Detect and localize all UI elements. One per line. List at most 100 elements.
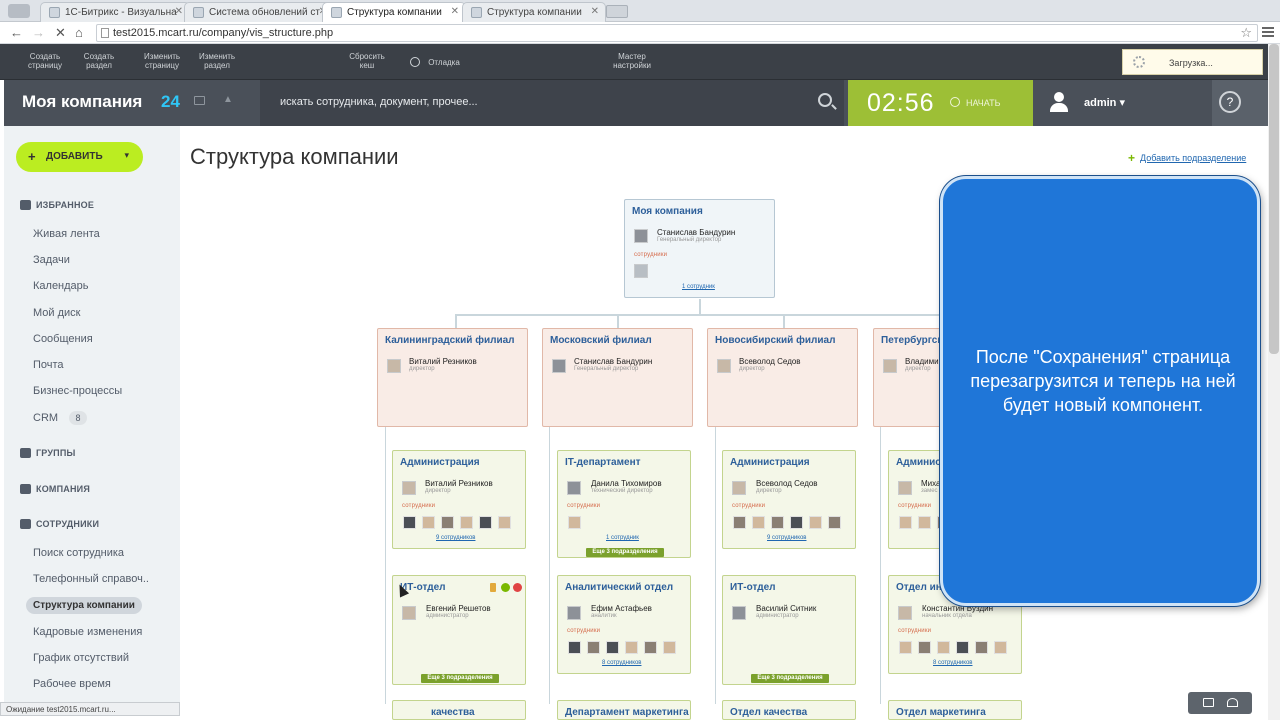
chat-icon[interactable] (194, 96, 205, 105)
scrollbar-thumb[interactable] (1269, 44, 1279, 354)
forward-icon[interactable]: → (32, 25, 45, 40)
chat-icon[interactable] (1203, 698, 1214, 707)
sidebar-item-phone-book[interactable]: Телефонный справоч.. (33, 573, 149, 585)
timer-start-button[interactable]: НАЧАТЬ (966, 98, 1001, 108)
employee-photo[interactable] (403, 516, 416, 529)
sidebar-section-employees[interactable]: СОТРУДНИКИ (20, 519, 99, 529)
debug-button[interactable]: Отладка (424, 58, 464, 67)
help-icon[interactable]: ? (1219, 91, 1241, 113)
sidebar-section-favorites[interactable]: ИЗБРАННОЕ (20, 200, 94, 210)
sidebar-item-mail[interactable]: Почта (33, 359, 64, 371)
sidebar-item-business-processes[interactable]: Бизнес-процессы (33, 385, 122, 397)
org-card-branch[interactable]: Новосибирский филиал Всеволод Седов дире… (707, 328, 858, 427)
employee-photo[interactable] (663, 641, 676, 654)
create-page-button[interactable]: Создать страницу (22, 52, 68, 70)
browser-menu-icon[interactable] (8, 4, 30, 18)
sidebar-item-crm[interactable]: CRM (33, 412, 58, 424)
edit-page-button[interactable]: Изменить страницу (136, 52, 188, 70)
more-subdivisions-badge[interactable]: Еще 3 подразделения (751, 674, 829, 683)
employee-photo[interactable] (644, 641, 657, 654)
org-card-department[interactable]: Департамент маркетинга (557, 700, 691, 720)
employee-photo[interactable] (752, 516, 765, 529)
org-card-department[interactable]: Администрация Виталий Резников директор … (392, 450, 526, 549)
employee-photo[interactable] (625, 641, 638, 654)
url-field[interactable]: test2015.mcart.ru/company/vis_structure.… (96, 24, 1258, 42)
browser-tab[interactable]: 1С-Битрикс - Визуальна ✕ (40, 2, 190, 22)
sidebar-section-groups[interactable]: ГРУППЫ (20, 448, 76, 458)
employee-photo[interactable] (790, 516, 803, 529)
search-bar[interactable]: искать сотрудника, документ, прочее... (260, 80, 844, 126)
employee-photo[interactable] (899, 641, 912, 654)
sidebar-item-tasks[interactable]: Задачи (33, 254, 70, 266)
clear-cache-button[interactable]: Сбросить кеш (344, 52, 390, 70)
add-button[interactable]: + ДОБАВИТЬ ▾ (16, 142, 143, 172)
play-icon[interactable] (950, 97, 960, 107)
employee-photo[interactable] (606, 641, 619, 654)
edit-section-button[interactable]: Изменить раздел (194, 52, 240, 70)
sidebar-section-company[interactable]: КОМПАНИЯ (20, 484, 90, 494)
work-timer[interactable]: 02:56 НАЧАТЬ (848, 80, 1033, 126)
employee-photo[interactable] (568, 516, 581, 529)
sidebar-item-find-employee[interactable]: Поиск сотрудника (33, 547, 124, 559)
org-card-department[interactable]: IT-департамент Данила Тихомиров техничес… (557, 450, 691, 558)
org-card-branch[interactable]: Калининградский филиал Виталий Резников … (377, 328, 528, 427)
edit-pencil-icon[interactable] (490, 583, 496, 592)
org-card-department[interactable]: качества (392, 700, 526, 720)
more-subdivisions-badge[interactable]: Еще 3 подразделения (421, 674, 499, 683)
new-tab-button[interactable] (606, 5, 628, 18)
employee-photo[interactable] (994, 641, 1007, 654)
create-section-button[interactable]: Создать раздел (76, 52, 122, 70)
sidebar-item-my-drive[interactable]: Мой диск (33, 307, 80, 319)
employee-photo[interactable] (460, 516, 473, 529)
sidebar-item-company-structure[interactable]: Структура компании (26, 597, 142, 614)
employee-photo[interactable] (498, 516, 511, 529)
employee-photo[interactable] (587, 641, 600, 654)
browser-tab-active[interactable]: Структура компании ✕ (322, 2, 466, 23)
org-card-department[interactable]: ИТ-отдел Василий Ситник администратор Ещ… (722, 575, 856, 685)
employee-photo[interactable] (733, 516, 746, 529)
close-tab-icon[interactable]: ✕ (175, 6, 183, 17)
employee-photo[interactable] (828, 516, 841, 529)
org-card-root[interactable]: Моя компания Станислав Бандурин Генераль… (624, 199, 775, 298)
add-icon[interactable] (501, 583, 510, 592)
back-icon[interactable]: ← (10, 25, 23, 40)
employee-photo[interactable] (441, 516, 454, 529)
employee-photo[interactable] (771, 516, 784, 529)
stop-icon[interactable]: ✕ (55, 25, 66, 41)
sidebar-item-absence-chart[interactable]: График отсутствий (33, 652, 129, 664)
user-avatar-icon[interactable] (1050, 92, 1068, 112)
portal-logo[interactable]: Моя компания (22, 92, 142, 112)
sidebar-item-live-feed[interactable]: Живая лента (33, 228, 100, 240)
employee-photo[interactable] (918, 641, 931, 654)
org-card-department[interactable]: Администрация Всеволод Седов директор со… (722, 450, 856, 549)
chat-widget[interactable] (1188, 692, 1252, 714)
delete-icon[interactable] (513, 583, 522, 592)
close-tab-icon[interactable]: ✕ (451, 6, 459, 17)
employee-photo[interactable] (975, 641, 988, 654)
employee-photo[interactable] (568, 641, 581, 654)
setup-wizard-button[interactable]: Мастер настройки (604, 52, 660, 70)
portal-logo-number[interactable]: 24 (161, 92, 180, 112)
sidebar-item-hr-changes[interactable]: Кадровые изменения (33, 626, 142, 638)
employee-photo[interactable] (899, 516, 912, 529)
browser-tab[interactable]: Структура компании ✕ (462, 2, 606, 22)
org-card-department[interactable]: Аналитический отдел Ефим Астафьев аналит… (557, 575, 691, 674)
employee-photo[interactable] (956, 641, 969, 654)
bookmark-star-icon[interactable]: ☆ (1240, 25, 1252, 41)
search-icon[interactable] (818, 93, 832, 107)
employee-photo[interactable] (422, 516, 435, 529)
browser-tab[interactable]: Система обновлений ст✕ (184, 2, 334, 22)
employee-photo[interactable] (809, 516, 822, 529)
org-card-department[interactable]: Отдел маркетинга (888, 700, 1022, 720)
employee-photo[interactable] (918, 516, 931, 529)
home-icon[interactable]: ⌂ (75, 25, 83, 40)
bell-icon[interactable] (1227, 698, 1238, 707)
org-card-department[interactable]: Отдел качества (722, 700, 856, 720)
sidebar-item-work-time[interactable]: Рабочее время (33, 678, 111, 690)
sidebar-item-calendar[interactable]: Календарь (33, 280, 89, 292)
sidebar-item-messages[interactable]: Сообщения (33, 333, 93, 345)
search-input[interactable]: искать сотрудника, документ, прочее... (280, 96, 478, 108)
user-menu[interactable]: admin ▾ (1084, 96, 1125, 109)
employee-photo[interactable] (937, 641, 950, 654)
close-tab-icon[interactable]: ✕ (591, 6, 599, 17)
